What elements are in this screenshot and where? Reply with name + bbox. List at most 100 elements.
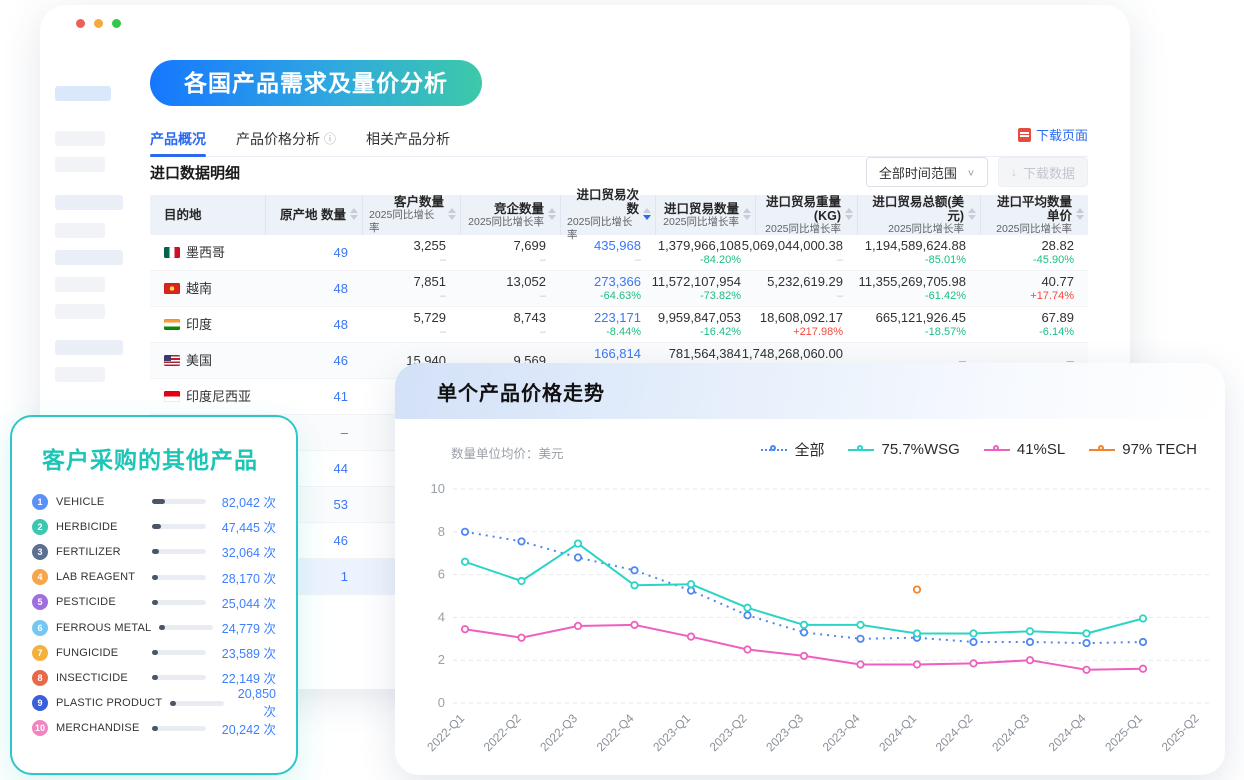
product-list-item[interactable]: 6FERROUS METAL24,779 次 [32, 615, 276, 640]
table-row[interactable]: 印度485,729–8,743–223,171-8.44%9,959,847,0… [150, 307, 1088, 343]
product-list-item[interactable]: 5PESTICIDE25,044 次 [32, 590, 276, 615]
country-flag-icon [164, 247, 180, 258]
trade-times-link[interactable]: 223,171 [594, 310, 641, 325]
tab-1[interactable]: 产品概况 [150, 121, 206, 157]
product-list-item[interactable]: 2HERBICIDE47,445 次 [32, 514, 276, 539]
origin-count-link[interactable]: 48 [334, 317, 348, 332]
origin-count-link[interactable]: 48 [334, 281, 348, 296]
metric-cell: 223,171-8.44% [560, 307, 655, 342]
download-page-button[interactable]: 下载页面 [1018, 125, 1088, 144]
yoy-percent: +17.74% [1030, 289, 1074, 304]
x-axis-tick: 2023-Q2 [707, 711, 750, 754]
metric-value: 5,729 [413, 310, 446, 325]
legend-item[interactable]: 97% TECH [1089, 441, 1197, 458]
rank-badge: 10 [32, 720, 48, 736]
minimize-button[interactable] [94, 19, 103, 28]
product-count: 47,445 次 [214, 517, 276, 536]
column-title: 竞企数量 [494, 202, 544, 216]
legend-marker-icon [848, 446, 874, 454]
trade-times-link[interactable]: 273,366 [594, 274, 641, 289]
legend-label: 97% TECH [1122, 441, 1197, 458]
product-list-item[interactable]: 10MERCHANDISE20,242 次 [32, 716, 276, 741]
column-header-9[interactable]: 进口平均数量单价2025同比增长率 [980, 195, 1088, 235]
column-header-8[interactable]: 进口贸易总额(美元)2025同比增长率 [857, 195, 980, 235]
maximize-button[interactable] [112, 19, 121, 28]
product-bar-fill [170, 701, 176, 706]
product-bar-fill [159, 625, 165, 630]
column-subtitle: 2025同比增长率 [888, 223, 964, 236]
y-axis-tick: 8 [438, 524, 445, 539]
country-name: 印度 [186, 317, 212, 332]
data-point [1083, 630, 1089, 636]
table-header: 目的地原产地 数量客户数量2025同比增长率竞企数量2025同比增长率进口贸易次… [150, 195, 1088, 235]
column-header-5[interactable]: 进口贸易次数2025同比增长率 [560, 195, 655, 235]
metric-cell: 1,194,589,624.88-85.01% [857, 235, 980, 270]
legend-label: 全部 [794, 439, 824, 460]
time-range-select[interactable]: 全部时间范围 ∨ [866, 157, 988, 187]
column-header-7[interactable]: 进口贸易重量(KG)2025同比增长率 [755, 195, 857, 235]
country-flag-icon [164, 355, 180, 366]
origin-count-cell: 49 [265, 235, 362, 270]
product-name: FERROUS METAL [56, 622, 151, 634]
section-bar: 进口数据明细 全部时间范围 ∨ ↓ 下载数据 [150, 155, 1088, 189]
close-button[interactable] [76, 19, 85, 28]
origin-count-link[interactable]: – [341, 425, 348, 440]
country-name: 越南 [186, 281, 212, 296]
product-list-item[interactable]: 9PLASTIC PRODUCT20,850 次 [32, 691, 276, 716]
origin-count-link[interactable]: 49 [334, 245, 348, 260]
product-list-item[interactable]: 7FUNGICIDE23,589 次 [32, 640, 276, 665]
yoy-percent: – [440, 325, 446, 340]
origin-count-link[interactable]: 1 [341, 569, 348, 584]
origin-count-link[interactable]: 41 [334, 389, 348, 404]
origin-count-link[interactable]: 46 [334, 533, 348, 548]
product-list-item[interactable]: 1VEHICLE82,042 次 [32, 489, 276, 514]
legend-item[interactable]: 41%SL [984, 441, 1065, 458]
yoy-percent: – [837, 253, 843, 268]
data-point [801, 653, 807, 659]
product-count: 32,064 次 [214, 542, 276, 561]
y-axis-tick: 6 [438, 567, 445, 582]
info-icon: ⓘ [324, 124, 336, 154]
product-list-item[interactable]: 3FERTILIZER32,064 次 [32, 539, 276, 564]
column-header-3[interactable]: 客户数量2025同比增长率 [362, 195, 460, 235]
origin-count-cell: 46 [265, 343, 362, 378]
metric-cell: 40.77+17.74% [980, 271, 1088, 306]
download-data-button[interactable]: ↓ 下载数据 [998, 157, 1088, 187]
destination-cell: 印度 [150, 307, 265, 342]
x-axis-tick: 2022-Q3 [537, 711, 580, 754]
download-data-label: 下载数据 [1023, 163, 1075, 182]
column-subtitle: 2025同比增长率 [765, 223, 841, 236]
metric-value: 1,379,966,108 [658, 238, 741, 253]
table-row[interactable]: 越南487,851–13,052–273,366-64.63%11,572,10… [150, 271, 1088, 307]
sidebar-skeleton-bar [55, 157, 105, 172]
legend-item[interactable]: 全部 [761, 439, 824, 460]
origin-count-link[interactable]: 44 [334, 461, 348, 476]
column-header-6[interactable]: 进口贸易数量2025同比增长率 [655, 195, 755, 235]
metric-value: 11,572,107,954 [652, 274, 741, 289]
tab-2[interactable]: 产品价格分析ⓘ [236, 121, 336, 157]
data-point [744, 646, 750, 652]
legend-item[interactable]: 75.7%WSG [848, 441, 959, 458]
product-count: 22,149 次 [214, 668, 276, 687]
price-trend-header: 单个产品价格走势 [395, 363, 1225, 419]
x-axis-tick: 2022-Q1 [424, 711, 467, 754]
product-list-item[interactable]: 4LAB REAGENT28,170 次 [32, 565, 276, 590]
tab-3[interactable]: 相关产品分析 [366, 121, 450, 157]
column-header-4[interactable]: 竞企数量2025同比增长率 [460, 195, 560, 235]
legend-marker-icon [984, 446, 1010, 454]
data-point [857, 661, 863, 667]
trade-times-link[interactable]: 166,814 [594, 346, 641, 361]
origin-count-link[interactable]: 46 [334, 353, 348, 368]
metric-value: 67.89 [1041, 310, 1074, 325]
x-axis-tick: 2025-Q2 [1159, 711, 1202, 754]
column-header-2[interactable]: 原产地 数量 [265, 195, 362, 235]
time-range-value: 全部时间范围 [879, 163, 957, 182]
sort-icon [448, 208, 456, 220]
chart-legend: 全部 75.7%WSG 41%SL 97% TECH [761, 439, 1197, 460]
data-point [575, 540, 581, 546]
data-point [970, 630, 976, 636]
product-count: 20,242 次 [214, 719, 276, 738]
origin-count-link[interactable]: 53 [334, 497, 348, 512]
yoy-percent: – [440, 253, 446, 268]
data-point [631, 567, 637, 573]
